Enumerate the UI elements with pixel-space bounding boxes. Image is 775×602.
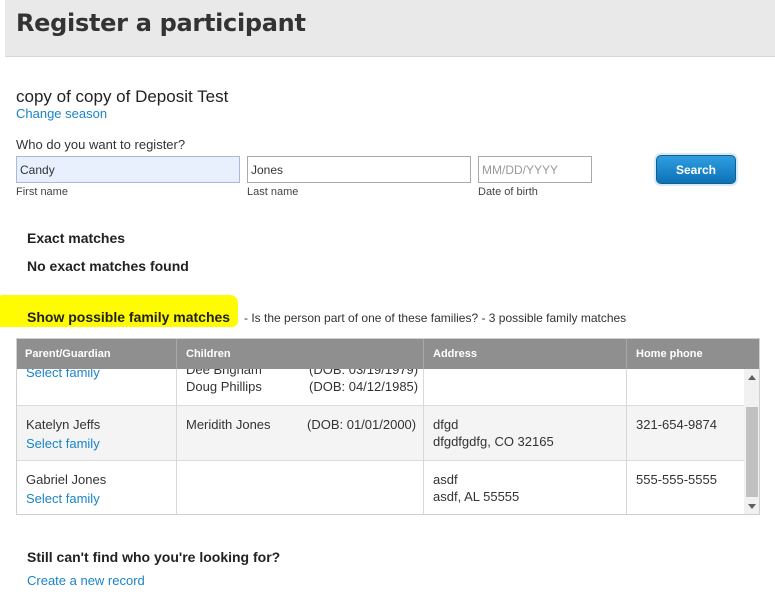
scroll-thumb[interactable] xyxy=(746,407,758,497)
address-line1: dfgd xyxy=(433,417,459,432)
child-name: Doug Phillips xyxy=(186,379,262,394)
first-name-input[interactable] xyxy=(16,156,240,183)
register-prompt: Who do you want to register? xyxy=(16,137,186,152)
scroll-up-arrow-icon[interactable] xyxy=(748,375,756,380)
family-matches-table: Parent/Guardian Children Address Home ph… xyxy=(16,338,760,515)
page-header: Register a participant xyxy=(5,0,775,57)
table-scrollbar[interactable] xyxy=(744,369,759,514)
column-header-guardian: Parent/Guardian xyxy=(25,348,111,360)
family-matches-heading[interactable]: Show possible family matches xyxy=(27,309,230,325)
create-new-record-link[interactable]: Create a new record xyxy=(27,573,145,588)
column-header-phone: Home phone xyxy=(636,348,703,360)
child-name: Meridith Jones xyxy=(186,417,271,432)
child-dob: (DOB: 04/12/1985) xyxy=(309,379,419,394)
guardian-name: Katelyn Jeffs xyxy=(26,417,101,432)
no-exact-matches-message: No exact matches found xyxy=(27,258,189,274)
address-line2: asdf, AL 55555 xyxy=(433,489,520,504)
last-name-label: Last name xyxy=(247,186,299,198)
change-season-link[interactable]: Change season xyxy=(16,106,107,121)
search-button[interactable]: Search xyxy=(656,155,736,184)
dob-input[interactable] xyxy=(478,156,592,183)
table-row: Gabriel Jones Select family asdf asdf, A… xyxy=(17,461,744,514)
season-name: copy of copy of Deposit Test xyxy=(16,87,229,106)
family-matches-description: - Is the person part of one of these fam… xyxy=(244,311,627,325)
still-cant-find-heading: Still can't find who you're looking for? xyxy=(27,549,281,565)
dob-label: Date of birth xyxy=(478,186,538,198)
last-name-input[interactable] xyxy=(247,156,471,183)
scroll-down-arrow-icon[interactable] xyxy=(748,504,756,509)
exact-matches-heading: Exact matches xyxy=(27,230,126,246)
first-name-label: First name xyxy=(16,186,68,198)
home-phone: 555-555-5555 xyxy=(636,472,717,487)
column-header-address: Address xyxy=(433,348,478,360)
address-line2: dfgdfgdfg, CO 32165 xyxy=(433,434,554,449)
select-family-link[interactable]: Select family xyxy=(26,491,100,506)
child-dob: (DOB: 01/01/2000) xyxy=(307,417,417,432)
column-divider xyxy=(423,339,424,369)
column-divider xyxy=(176,339,177,369)
guardian-name: Gabriel Jones xyxy=(26,472,107,487)
column-header-children: Children xyxy=(186,348,231,360)
page-title: Register a participant xyxy=(16,9,306,37)
home-phone: 321-654-9874 xyxy=(636,417,717,432)
table-header: Parent/Guardian Children Address Home ph… xyxy=(17,339,759,369)
select-family-link[interactable]: Select family xyxy=(26,436,100,451)
table-row: Katelyn Jeffs Select family Meridith Jon… xyxy=(17,406,744,461)
address-line1: asdf xyxy=(433,472,458,487)
column-divider xyxy=(626,339,627,369)
